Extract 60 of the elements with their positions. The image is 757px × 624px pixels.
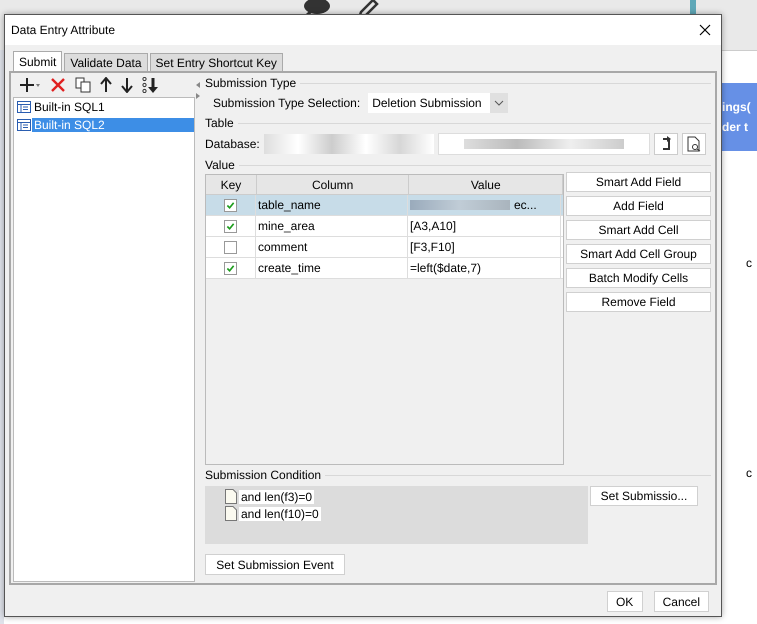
key-checkbox[interactable] [224, 198, 237, 212]
section-heading: Submission Condition [205, 468, 322, 482]
tab[interactable]: Validate Data [64, 53, 148, 72]
collapse-arrows-icon[interactable] [195, 81, 201, 101]
key-checkbox[interactable] [224, 262, 237, 274]
refresh-button[interactable] [654, 133, 678, 155]
column-header[interactable]: Column [256, 175, 410, 194]
tab[interactable]: Submit [13, 51, 62, 72]
table-icon [17, 101, 31, 113]
caret-icon [490, 93, 508, 113]
close-icon[interactable] [699, 24, 711, 36]
table-cell: comment [256, 237, 408, 257]
column-header[interactable]: Key [206, 175, 257, 194]
field-button[interactable]: Remove Field [566, 292, 711, 312]
submission-type-dropdown[interactable]: Deletion Submission [368, 93, 508, 113]
accent-bar [690, 0, 696, 14]
background-text: c [746, 466, 752, 480]
table-cell: mine_area [256, 216, 408, 236]
condition-item[interactable]: and len(f10)=0 [239, 506, 321, 520]
preview-button[interactable] [682, 133, 706, 155]
key-checkbox[interactable] [224, 220, 237, 232]
window-title: Data Entry Attribute [11, 23, 116, 37]
field-button[interactable]: Add Field [566, 196, 711, 216]
field-label: Database: [205, 137, 260, 151]
field-button[interactable]: Smart Add Cell Group [566, 244, 711, 264]
field-button[interactable]: Batch Modify Cells [566, 268, 711, 288]
document-search-icon [686, 136, 701, 152]
field-button[interactable]: Smart Add Field [566, 172, 711, 192]
document-icon [225, 489, 237, 504]
table-cell: create_time [256, 258, 408, 278]
copy-icon[interactable] [75, 77, 91, 93]
table-cell: table_name [256, 195, 408, 215]
delete-icon[interactable] [50, 77, 66, 93]
arrow-down-icon[interactable] [121, 77, 133, 93]
table-cell: [F3,F10] [410, 240, 455, 254]
background-text: c [746, 256, 752, 270]
table-cell: [A3,A10] [410, 219, 456, 233]
cancel-button[interactable]: Cancel [654, 591, 709, 612]
database-field[interactable] [438, 133, 650, 155]
section-heading: Value [205, 158, 235, 172]
field-label: Submission Type Selection: [213, 96, 360, 110]
ok-button[interactable]: OK [606, 591, 643, 612]
condition-item[interactable]: and len(f3)=0 [239, 490, 314, 504]
field-button[interactable]: Smart Add Cell [566, 220, 711, 240]
document-icon [225, 506, 237, 521]
table-cell: =left($date,7) [410, 261, 482, 275]
table-icon [17, 119, 31, 131]
tab[interactable]: Set Entry Shortcut Key [150, 53, 283, 72]
arrow-up-icon[interactable] [100, 77, 112, 93]
background-banner: ings( der t [722, 83, 757, 151]
column-header[interactable]: Value [409, 175, 563, 194]
move-to-bottom-icon[interactable] [142, 77, 160, 93]
section-heading: Table [205, 116, 234, 130]
add-icon[interactable] [19, 77, 41, 93]
table-cell: ec... [514, 198, 537, 212]
key-checkbox[interactable] [224, 240, 237, 254]
sql-list-item[interactable]: Built-in SQL1 [14, 98, 194, 116]
section-heading: Submission Type [205, 76, 296, 90]
set-event-button[interactable]: Set Submission Event [205, 554, 345, 575]
set-condition-button[interactable]: Set Submissio... [590, 486, 698, 506]
